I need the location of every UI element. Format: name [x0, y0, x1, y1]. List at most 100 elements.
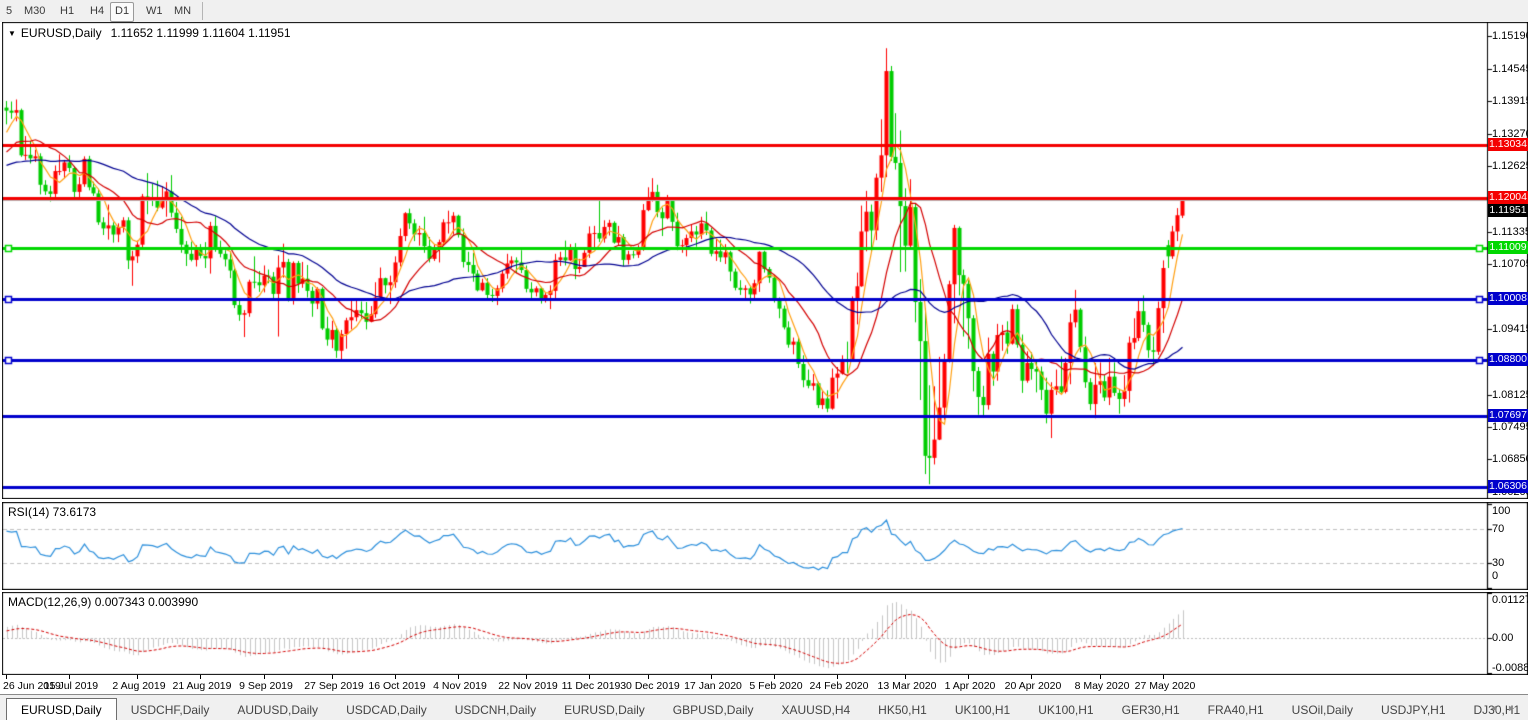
main-chart-canvas[interactable] [2, 22, 1528, 499]
rsi-tick-label: 70 [1492, 523, 1528, 535]
rsi-tick-label: 30 [1492, 557, 1528, 569]
trading-terminal: 5M30 H1 H4D1 W1MN ▼ EURUSD,Daily 1.11652 1.11… [0, 0, 1528, 720]
hline-price-tag: 1.07697 [1488, 409, 1528, 422]
chart-tab-hk50-h1[interactable]: HK50,H1 [864, 700, 941, 720]
date-tick [69, 675, 70, 679]
date-tick [1031, 675, 1032, 679]
hline-price-tag: 1.12004 [1488, 191, 1528, 204]
timeframe-button-mn[interactable]: MN [170, 2, 195, 20]
date-label: 27 May 2020 [1132, 680, 1198, 692]
price-tick-label: 1.15190 [1492, 30, 1528, 42]
chart-tab-bar: EURUSD,DailyUSDCHF,DailyAUDUSD,DailyUSDC… [0, 694, 1528, 720]
date-label: 20 Apr 2020 [1000, 680, 1066, 692]
timeframe-toolbar: 5M30 H1 H4D1 W1MN [0, 0, 1528, 22]
macd-tick-label: 0.00 [1492, 632, 1528, 644]
date-tick [6, 675, 7, 679]
date-label: 11 Dec 2019 [558, 680, 624, 692]
timeframe-button-m30[interactable]: M30 [20, 2, 49, 20]
date-tick [526, 675, 527, 679]
hline-price-tag: 1.06306 [1488, 480, 1528, 493]
hline-price-tag: 1.11009 [1488, 241, 1528, 254]
date-label: 21 Aug 2019 [169, 680, 235, 692]
date-label: 4 Nov 2019 [427, 680, 493, 692]
macd-indicator-label: MACD(12,26,9) 0.007343 0.003990 [8, 595, 198, 609]
chart-tab-xauusd-h4[interactable]: XAUUSD,H4 [767, 700, 864, 720]
date-tick [332, 675, 333, 679]
current-price-tag: 1.11951 [1488, 204, 1528, 217]
date-tick [968, 675, 969, 679]
chart-title: ▼ EURUSD,Daily 1.11652 1.11999 1.11604 1.1… [8, 26, 291, 40]
date-label: 8 May 2020 [1069, 680, 1135, 692]
date-tick [264, 675, 265, 679]
timeframe-button-h1[interactable]: H1 [56, 2, 78, 20]
date-tick [200, 675, 201, 679]
timeframe-button-5[interactable]: 5 [2, 2, 16, 20]
timeframe-button-d1[interactable]: D1 [110, 2, 134, 22]
date-label: 15 Jul 2019 [38, 680, 104, 692]
hline-price-tag: 1.10008 [1488, 292, 1528, 305]
tab-scroll-right-icon[interactable]: ► [1507, 703, 1516, 713]
chart-symbol-period: EURUSD,Daily [21, 26, 102, 40]
date-label: 24 Feb 2020 [806, 680, 872, 692]
chart-tab-audusd-daily[interactable]: AUDUSD,Daily [223, 700, 332, 720]
date-label: 30 Dec 2019 [617, 680, 683, 692]
macd-pane-canvas[interactable] [2, 592, 1528, 675]
date-label: 16 Oct 2019 [364, 680, 430, 692]
date-tick [774, 675, 775, 679]
date-tick [1100, 675, 1101, 679]
timeframe-button-w1[interactable]: W1 [142, 2, 167, 20]
rsi-pane-canvas[interactable] [2, 502, 1528, 590]
date-tick [905, 675, 906, 679]
rsi-tick-label: 0 [1492, 570, 1528, 582]
date-label: 27 Sep 2019 [301, 680, 367, 692]
chart-tab-usdcnh-daily[interactable]: USDCNH,Daily [441, 700, 550, 720]
date-tick [1163, 675, 1164, 679]
rsi-indicator-label: RSI(14) 73.6173 [8, 505, 96, 519]
chart-tab-eurusd-daily[interactable]: EURUSD,Daily [550, 700, 659, 720]
chart-tab-uk100-h1[interactable]: UK100,H1 [1024, 700, 1107, 720]
date-tick [711, 675, 712, 679]
date-tick [458, 675, 459, 679]
price-tick-label: 1.09415 [1492, 323, 1528, 335]
tab-scroll-left-icon[interactable]: ◄ [1489, 703, 1498, 713]
chart-dropdown-icon[interactable]: ▼ [8, 29, 16, 38]
rsi-tick-label: 100 [1492, 505, 1528, 517]
date-tick [137, 675, 138, 679]
timeframe-button-h4[interactable]: H4 [86, 2, 108, 20]
chart-tab-gbpusd-daily[interactable]: GBPUSD,Daily [659, 700, 768, 720]
chart-tab-usdchf-daily[interactable]: USDCHF,Daily [117, 700, 224, 720]
price-tick-label: 1.07495 [1492, 421, 1528, 433]
chart-tab-usdjpy-h1[interactable]: USDJPY,H1 [1367, 700, 1459, 720]
date-label: 22 Nov 2019 [495, 680, 561, 692]
price-tick-label: 1.08125 [1492, 389, 1528, 401]
price-tick-label: 1.06850 [1492, 453, 1528, 465]
date-tick [837, 675, 838, 679]
date-label: 13 Mar 2020 [874, 680, 940, 692]
date-label: 17 Jan 2020 [680, 680, 746, 692]
macd-tick-label: 0.011277 [1492, 594, 1528, 606]
chart-tab-ger30-h1[interactable]: GER30,H1 [1108, 700, 1194, 720]
date-label: 1 Apr 2020 [937, 680, 1003, 692]
chart-tab-uk100-h1[interactable]: UK100,H1 [941, 700, 1024, 720]
price-tick-label: 1.14545 [1492, 63, 1528, 75]
price-tick-label: 1.12625 [1492, 160, 1528, 172]
date-tick [589, 675, 590, 679]
date-label: 5 Feb 2020 [743, 680, 809, 692]
date-tick [648, 675, 649, 679]
chart-ohlc-values: 1.11652 1.11999 1.11604 1.11951 [111, 26, 291, 40]
date-tick [395, 675, 396, 679]
hline-price-tag: 1.08800 [1488, 353, 1528, 366]
chart-tab-usoil-daily[interactable]: USOil,Daily [1278, 700, 1367, 720]
date-label: 2 Aug 2019 [106, 680, 172, 692]
date-axis[interactable]: 26 Jun 201915 Jul 20192 Aug 201921 Aug 2… [2, 675, 1528, 694]
hline-price-tag: 1.13034 [1488, 138, 1528, 151]
chart-tab-usdcad-daily[interactable]: USDCAD,Daily [332, 700, 441, 720]
price-tick-label: 1.13915 [1492, 95, 1528, 107]
macd-tick-label: -0.00884 [1492, 662, 1528, 674]
price-tick-label: 1.10705 [1492, 258, 1528, 270]
price-tick-label: 1.11335 [1492, 226, 1528, 238]
toolbar-separator [202, 2, 203, 20]
date-label: 9 Sep 2019 [233, 680, 299, 692]
chart-tab-fra40-h1[interactable]: FRA40,H1 [1194, 700, 1278, 720]
chart-tab-eurusd-daily[interactable]: EURUSD,Daily [6, 698, 117, 720]
